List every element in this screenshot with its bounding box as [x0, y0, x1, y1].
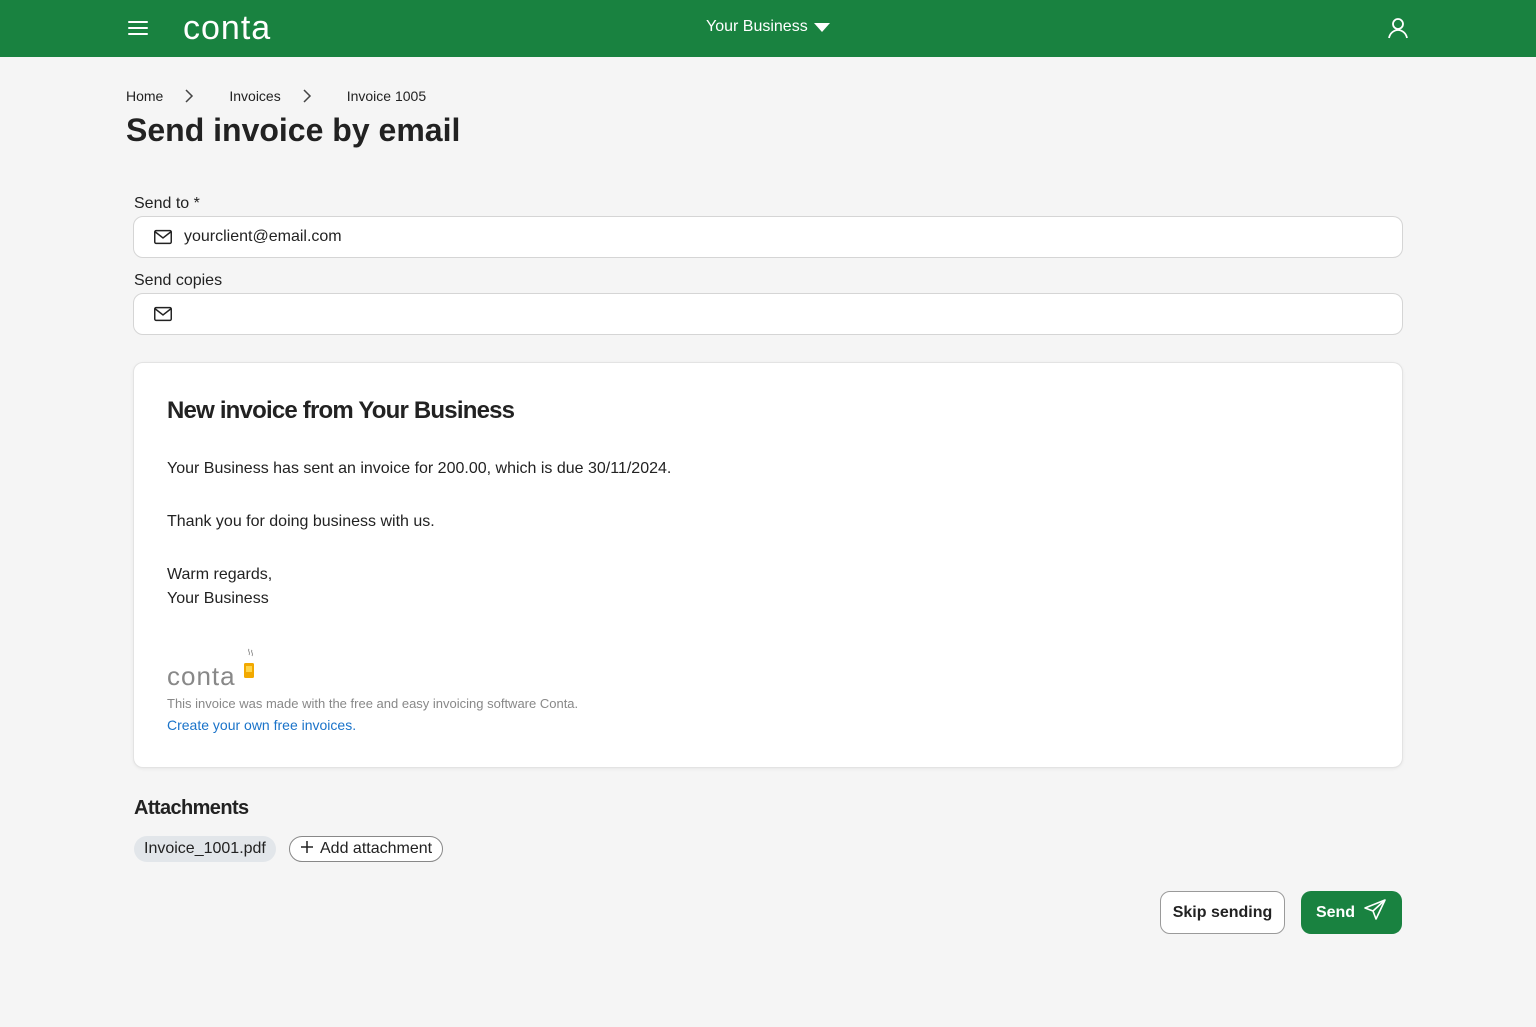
footer-text: This invoice was made with the free and … [167, 696, 579, 711]
breadcrumb-current: Invoice 1005 [346, 88, 427, 104]
footer-brand: conta [167, 661, 236, 691]
user-account-icon[interactable] [1386, 16, 1410, 40]
add-attachment-button[interactable]: Add attachment [289, 836, 444, 862]
chevron-right-icon [175, 87, 203, 105]
mail-icon [152, 303, 174, 325]
brand-logo[interactable]: conta [183, 9, 271, 48]
send-copies-field [133, 293, 1403, 335]
attachment-chip[interactable]: Invoice_1001.pdf [134, 836, 276, 862]
attachments-title: Attachments [134, 797, 249, 819]
preview-line-thanks: Thank you for doing business with us. [167, 513, 435, 530]
preview-line-regards: Warm regards, [167, 566, 273, 583]
send-copies-label: Send copies [134, 272, 223, 289]
footer-logo: conta [167, 647, 258, 692]
create-invoices-link[interactable]: Create your own free invoices. [167, 717, 356, 733]
hamburger-menu-icon[interactable] [126, 16, 150, 40]
paper-plane-icon [1363, 898, 1387, 927]
caret-down-icon [813, 22, 830, 32]
coffee-cup-icon [242, 647, 258, 688]
breadcrumb-home[interactable]: Home [126, 88, 163, 104]
business-name: Your Business [706, 18, 808, 35]
preview-line-invoice: Your Business has sent an invoice for 20… [167, 460, 672, 477]
email-preview: New invoice from Your Business Your Busi… [133, 362, 1403, 768]
page-title: Send invoice by email [126, 112, 461, 148]
plus-icon [300, 840, 314, 859]
send-copies-input[interactable] [182, 295, 1402, 333]
send-button-label: Send [1315, 903, 1356, 921]
breadcrumb-invoices[interactable]: Invoices [229, 88, 280, 104]
top-bar: conta Your Business [0, 0, 1536, 57]
preview-line-signature: Your Business [167, 590, 269, 607]
send-to-label: Send to * [134, 195, 200, 212]
add-attachment-label: Add attachment [320, 840, 433, 857]
mail-icon [152, 226, 174, 248]
send-to-field [133, 216, 1403, 258]
breadcrumb: Home Invoices Invoice 1005 [126, 87, 426, 105]
chevron-right-icon [293, 87, 321, 105]
business-selector[interactable]: Your Business [706, 18, 830, 36]
skip-sending-button[interactable]: Skip sending [1160, 891, 1285, 934]
send-to-input[interactable] [182, 218, 1402, 256]
send-button[interactable]: Send [1301, 891, 1402, 934]
preview-heading: New invoice from Your Business [167, 397, 515, 424]
